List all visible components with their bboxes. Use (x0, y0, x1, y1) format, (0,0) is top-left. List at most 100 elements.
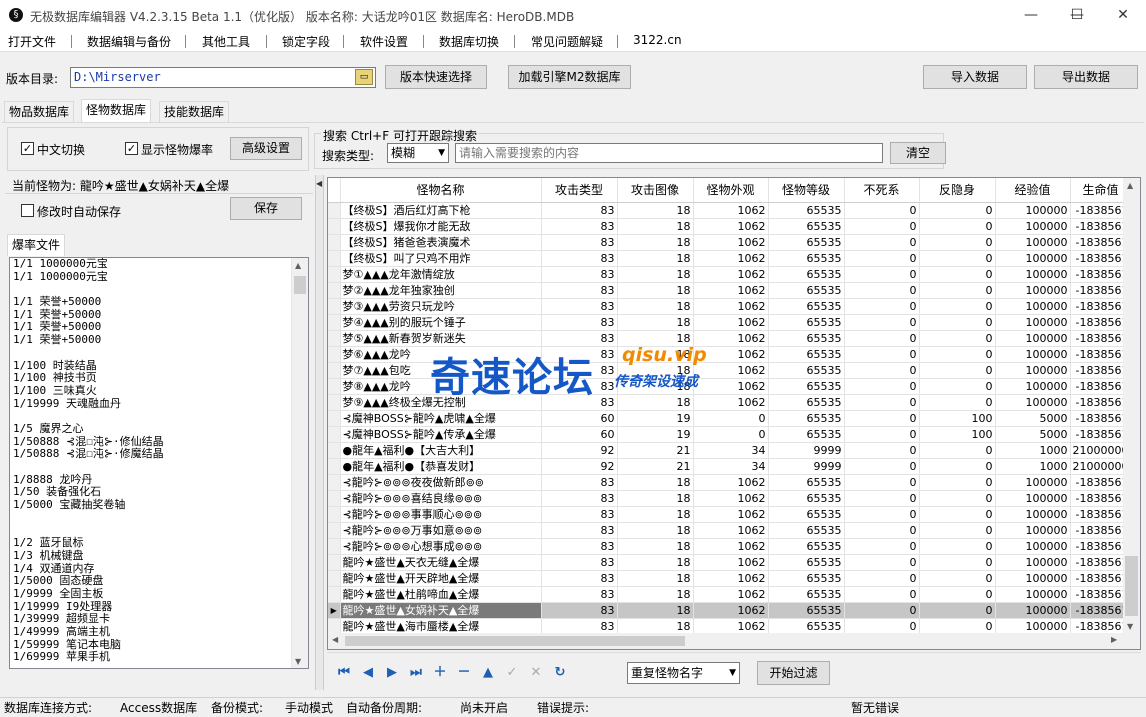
table-cell[interactable]: 100000 (995, 570, 1071, 587)
table-cell[interactable]: 65535 (768, 474, 845, 491)
table-cell[interactable]: 0 (919, 314, 996, 331)
table-cell[interactable]: 19 (617, 410, 694, 427)
table-cell[interactable]: 0 (844, 218, 920, 235)
table-cell[interactable]: -1838561 (1070, 250, 1132, 267)
load-engine-button[interactable]: 加载引擎M2数据库 (508, 65, 631, 89)
monster-name-cell[interactable]: ⊰龍吟⊱⊚⊚⊚事事顺心⊚⊚⊚ (340, 506, 542, 523)
table-row[interactable]: ▶ 龍吟★盛世▲女娲补天▲全爆 83 18 1062 65535 0 0 100000 -1838… (328, 602, 1137, 619)
table-cell[interactable]: 60 (541, 410, 618, 427)
table-cell[interactable]: -1838561 (1070, 266, 1132, 283)
table-cell[interactable]: 100000 (995, 538, 1071, 555)
table-cell[interactable]: 0 (919, 298, 996, 315)
table-cell[interactable]: 1062 (693, 282, 769, 299)
table-cell[interactable]: 18 (617, 394, 694, 411)
table-cell[interactable]: 83 (541, 570, 618, 587)
table-cell[interactable]: 65535 (768, 298, 845, 315)
table-cell[interactable]: 0 (919, 282, 996, 299)
table-cell[interactable]: 1062 (693, 234, 769, 251)
table-cell[interactable]: 1062 (693, 618, 769, 635)
table-cell[interactable]: 1062 (693, 202, 769, 219)
table-cell[interactable]: 0 (919, 442, 996, 459)
table-cell[interactable]: -1838561 (1070, 330, 1132, 347)
first-record-icon[interactable]: ⏮ (336, 665, 352, 681)
table-cell[interactable]: 18 (617, 202, 694, 219)
start-filter-button[interactable]: 开始过滤 (757, 661, 830, 685)
table-cell[interactable]: 100000 (995, 202, 1071, 219)
table-cell[interactable]: 18 (617, 266, 694, 283)
table-cell[interactable]: -1838561 (1070, 426, 1132, 443)
table-cell[interactable]: 65535 (768, 346, 845, 363)
table-cell[interactable]: 0 (844, 442, 920, 459)
post-record-icon[interactable]: ✓ (504, 665, 520, 681)
table-cell[interactable]: -1838561 (1070, 298, 1132, 315)
column-header[interactable]: 反隐身 (919, 178, 996, 203)
table-cell[interactable]: 18 (617, 218, 694, 235)
table-cell[interactable]: 1000 (995, 458, 1071, 475)
table-cell[interactable]: 0 (844, 506, 920, 523)
table-cell[interactable]: 65535 (768, 234, 845, 251)
table-cell[interactable]: 34 (693, 458, 769, 475)
table-cell[interactable]: 18 (617, 298, 694, 315)
table-cell[interactable]: 83 (541, 266, 618, 283)
edit-record-icon[interactable]: ▲ (480, 665, 496, 681)
table-cell[interactable]: 1062 (693, 266, 769, 283)
table-cell[interactable]: 65535 (768, 218, 845, 235)
table-cell[interactable]: 0 (844, 426, 920, 443)
table-cell[interactable]: 65535 (768, 586, 845, 603)
row-indicator[interactable] (328, 298, 341, 315)
hscroll-thumb[interactable] (345, 636, 685, 646)
table-cell[interactable]: 0 (844, 314, 920, 331)
table-cell[interactable]: 0 (919, 602, 996, 619)
table-cell[interactable]: -1838561 (1070, 346, 1132, 363)
tab-monsters[interactable]: 怪物数据库 (81, 99, 152, 122)
column-header[interactable]: 怪物外观 (693, 178, 769, 203)
table-cell[interactable]: 18 (617, 570, 694, 587)
table-row[interactable]: 龍吟★盛世▲杜鹃啼血▲全爆 83 18 1062 65535 0 0 100000 -18385… (328, 586, 1137, 603)
table-row[interactable]: ●龍年▲福利●【大吉大利】 92 21 34 9999 0 0 1000 21000000 (328, 442, 1137, 459)
table-cell[interactable]: 100000 (995, 218, 1071, 235)
monster-name-cell[interactable]: 龍吟★盛世▲女娲补天▲全爆 (340, 602, 542, 619)
monster-name-cell[interactable]: 龍吟★盛世▲开天辟地▲全爆 (340, 570, 542, 587)
table-cell[interactable]: 18 (617, 586, 694, 603)
monster-name-cell[interactable]: ⊰龍吟⊱⊚⊚⊚万事如意⊚⊚⊚ (340, 522, 542, 539)
table-cell[interactable]: -1838561 (1070, 586, 1132, 603)
table-cell[interactable]: 65535 (768, 538, 845, 555)
table-cell[interactable]: 83 (541, 586, 618, 603)
table-cell[interactable]: 100000 (995, 362, 1071, 379)
table-cell[interactable]: 0 (919, 394, 996, 411)
table-cell[interactable]: 0 (919, 346, 996, 363)
table-cell[interactable]: 83 (541, 234, 618, 251)
monster-name-cell[interactable]: ⊰魔神BOSS⊱龍吟▲虎啸▲全爆 (340, 410, 542, 427)
maximize-button[interactable]: ☐ (1054, 0, 1100, 31)
table-cell[interactable]: 83 (541, 202, 618, 219)
row-indicator[interactable] (328, 586, 341, 603)
menu-open-file[interactable]: 打开文件 (8, 33, 56, 50)
table-cell[interactable]: 1000 (995, 442, 1071, 459)
row-indicator[interactable] (328, 378, 341, 395)
table-cell[interactable]: 83 (541, 538, 618, 555)
table-cell[interactable]: 0 (693, 426, 769, 443)
table-cell[interactable]: 0 (919, 474, 996, 491)
table-cell[interactable]: 0 (844, 234, 920, 251)
autosave-checkbox[interactable] (21, 204, 34, 217)
table-cell[interactable]: 65535 (768, 282, 845, 299)
table-cell[interactable]: 1062 (693, 506, 769, 523)
row-indicator[interactable] (328, 522, 341, 539)
monster-name-cell[interactable]: 【终极S】猪爸爸表演魔术 (340, 234, 542, 251)
clear-search-button[interactable]: 清空 (890, 142, 946, 164)
table-cell[interactable]: 100000 (995, 506, 1071, 523)
row-indicator[interactable] (328, 410, 341, 427)
table-row[interactable]: ●龍年▲福利●【恭喜发财】 92 21 34 9999 0 0 1000 21000000 (328, 458, 1137, 475)
table-cell[interactable]: 18 (617, 554, 694, 571)
table-cell[interactable]: -1838561 (1070, 202, 1132, 219)
table-cell[interactable]: 65535 (768, 378, 845, 395)
filter-select[interactable]: 重复怪物名字 ▼ (627, 662, 740, 684)
minimize-icon[interactable]: — (1008, 0, 1054, 31)
table-cell[interactable]: -1838561 (1070, 314, 1132, 331)
table-cell[interactable]: 0 (844, 618, 920, 635)
table-cell[interactable]: 83 (541, 330, 618, 347)
search-input[interactable]: 请输入需要搜索的内容 (455, 143, 883, 163)
row-indicator[interactable] (328, 506, 341, 523)
table-cell[interactable]: 21000000 (1070, 458, 1132, 475)
table-cell[interactable]: 83 (541, 554, 618, 571)
